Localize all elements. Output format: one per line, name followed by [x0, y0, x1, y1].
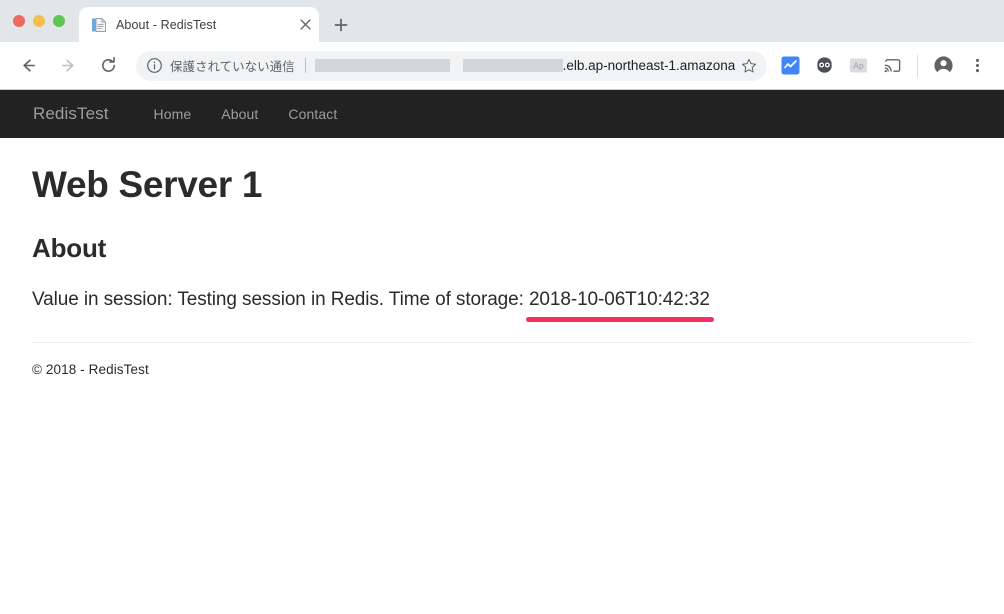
- site-navbar: RedisTest Home About Contact: [0, 90, 1004, 138]
- site-brand[interactable]: RedisTest: [33, 104, 109, 124]
- redacted-url-part-1: [314, 59, 450, 72]
- info-circle-icon[interactable]: [146, 57, 163, 74]
- page-viewport: RedisTest Home About Contact Web Server …: [0, 90, 1004, 576]
- browser-tab[interactable]: About - RedisTest: [79, 7, 319, 42]
- ap-extension-icon[interactable]: Ap: [844, 52, 872, 80]
- site-nav-links: Home About Contact: [139, 106, 353, 122]
- close-tab-button[interactable]: [293, 13, 317, 37]
- forward-button[interactable]: [53, 51, 83, 81]
- maximize-window-button[interactable]: [53, 15, 65, 27]
- minimize-window-button[interactable]: [33, 15, 45, 27]
- url-display[interactable]: .elb.ap-northeast-1.amazonaws.c...: [314, 58, 735, 73]
- content-divider: [32, 341, 972, 343]
- chart-extension-icon[interactable]: [776, 52, 804, 80]
- nav-link-about[interactable]: About: [206, 106, 273, 122]
- page-subtitle: About: [32, 232, 107, 263]
- svg-text:Ap: Ap: [853, 60, 864, 70]
- security-status-text: 保護されていない通信: [170, 60, 295, 74]
- tab-title: About - RedisTest: [116, 17, 217, 32]
- session-value-line: Value in session: Testing session in Red…: [32, 288, 714, 322]
- annotation-underline: [525, 316, 714, 322]
- page-footer: © 2018 - RedisTest: [32, 361, 149, 377]
- omnibox-divider: [304, 58, 306, 73]
- account-avatar-icon[interactable]: [929, 52, 957, 80]
- toolbar-divider: [917, 54, 918, 77]
- page-title: Web Server 1: [32, 164, 263, 205]
- session-timestamp: 2018-10-06T10:42:32: [528, 288, 710, 310]
- close-window-button[interactable]: [13, 15, 25, 27]
- session-timestamp-wrapper: 2018-10-06T10:42:32: [525, 288, 714, 322]
- browser-window: About - RedisTest 保護されていない通信 .elb.ap-nor…: [0, 0, 1004, 614]
- back-button[interactable]: [13, 51, 43, 81]
- document-icon: [91, 17, 107, 33]
- redacted-url-part-2: [462, 59, 563, 72]
- browser-toolbar: 保護されていない通信 .elb.ap-northeast-1.amazonaws…: [0, 42, 1004, 90]
- window-controls: [13, 15, 65, 27]
- url-text: .elb.ap-northeast-1.amazonaws.c...: [562, 58, 735, 73]
- owl-extension-icon[interactable]: [810, 52, 838, 80]
- address-bar[interactable]: 保護されていない通信 .elb.ap-northeast-1.amazonaws…: [136, 50, 767, 81]
- star-icon[interactable]: [735, 52, 763, 80]
- page-content: Web Server 1 About Value in session: Tes…: [0, 164, 1004, 377]
- cast-icon[interactable]: [878, 52, 906, 80]
- reload-button[interactable]: [93, 51, 123, 81]
- nav-link-home[interactable]: Home: [139, 106, 207, 122]
- nav-link-contact[interactable]: Contact: [273, 106, 352, 122]
- new-tab-button[interactable]: [328, 12, 354, 38]
- tab-strip: About - RedisTest: [0, 0, 1004, 42]
- session-value-label: Value in session: Testing session in Red…: [32, 288, 529, 310]
- three-dot-menu-icon[interactable]: [963, 52, 991, 80]
